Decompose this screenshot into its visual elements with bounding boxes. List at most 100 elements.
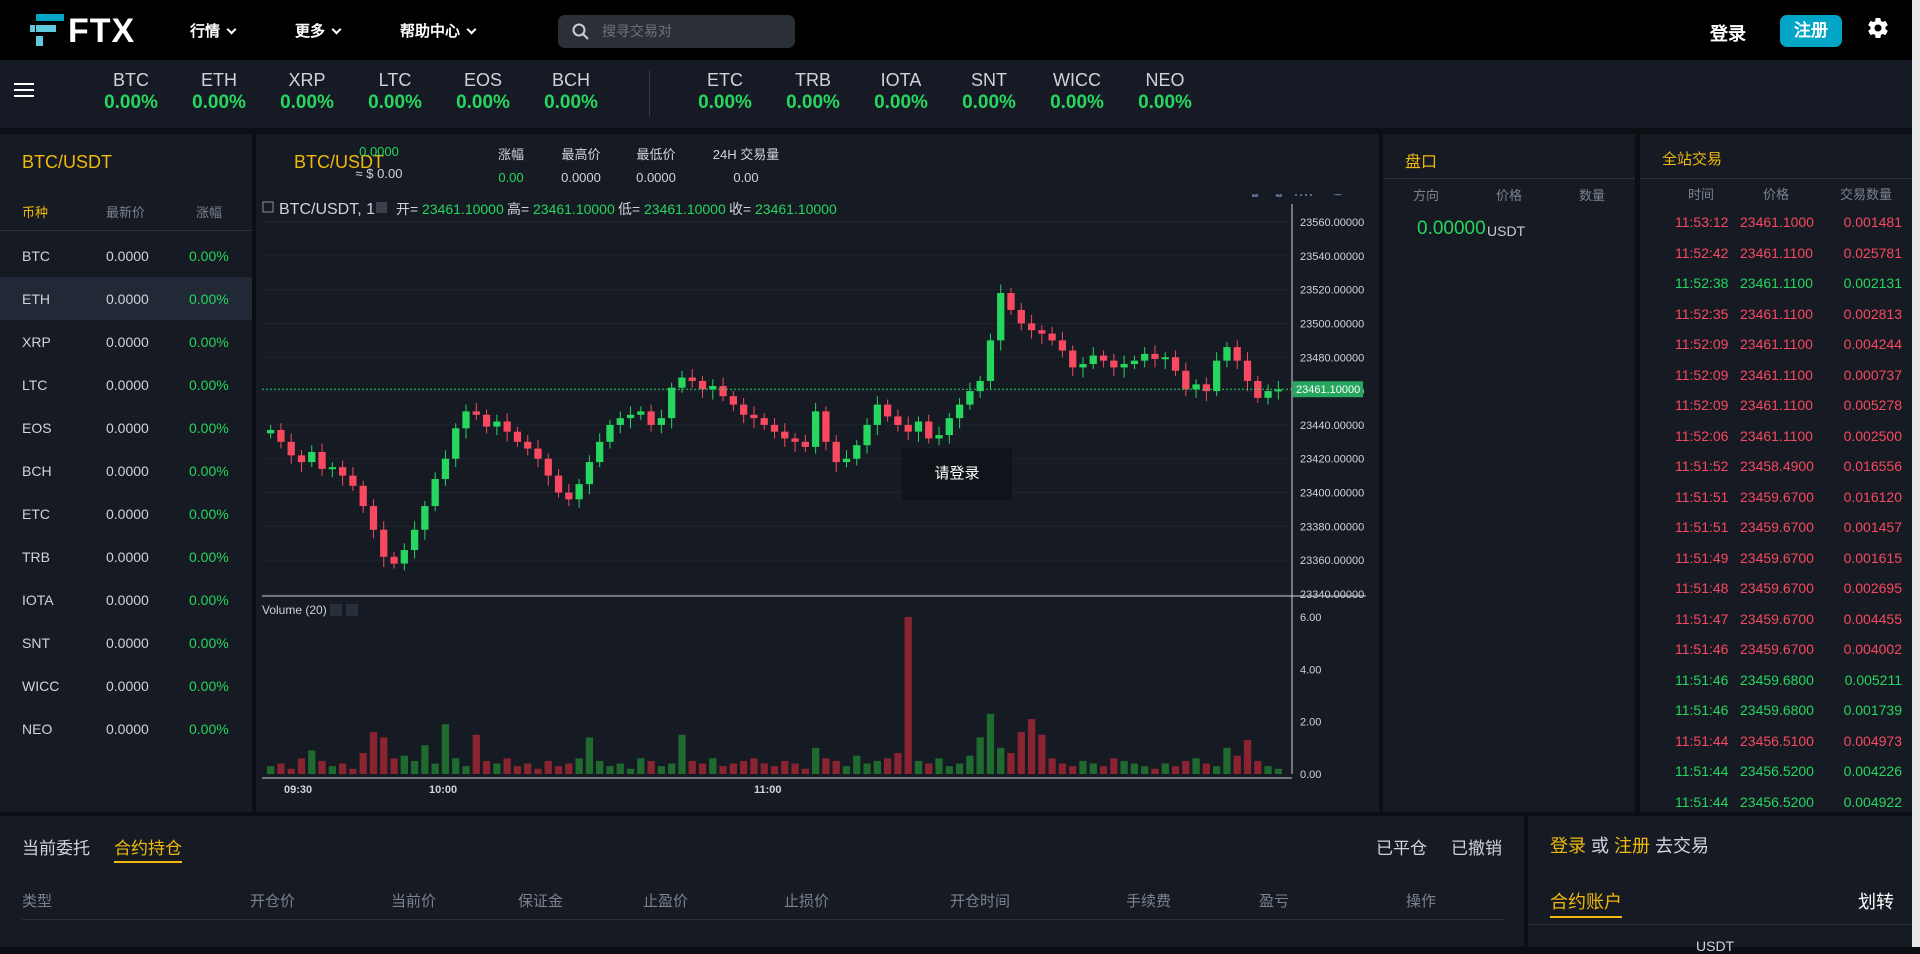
account-register-link[interactable]: 注册 xyxy=(1614,836,1650,856)
trade-price: 23461.1100 xyxy=(1740,275,1813,291)
candle-body xyxy=(750,414,758,419)
volume-bar xyxy=(626,768,635,774)
market-coin: ETH xyxy=(22,291,50,307)
tab-contract-positions[interactable]: 合约持仓 xyxy=(114,834,182,863)
indicator-icon xyxy=(1295,194,1312,196)
market-row-iota[interactable]: IOTA 0.0000 0.00% xyxy=(0,578,252,621)
volume-bar xyxy=(1171,766,1180,774)
market-row-neo[interactable]: NEO 0.0000 0.00% xyxy=(0,707,252,750)
market-row-wicc[interactable]: WICC 0.0000 0.00% xyxy=(0,664,252,707)
gear-icon[interactable] xyxy=(1866,16,1890,40)
trade-time: 11:51:52 xyxy=(1675,458,1729,474)
candle-body xyxy=(1182,370,1190,390)
ticker-trb[interactable]: TRB 0.00% xyxy=(773,70,853,114)
register-button[interactable]: 注册 xyxy=(1780,15,1842,47)
market-price: 0.0000 xyxy=(106,721,149,737)
candle-body xyxy=(369,506,378,530)
stat-last: 0.0000 ≈ $ 0.00 xyxy=(334,144,424,181)
hamburger-menu-icon[interactable] xyxy=(14,83,34,99)
candle-body xyxy=(791,438,799,442)
market-change: 0.00% xyxy=(189,635,229,651)
volume-bar xyxy=(976,737,984,774)
nav-market[interactable]: 行情 xyxy=(190,20,237,41)
volume-bar xyxy=(616,763,624,774)
market-row-xrp[interactable]: XRP 0.0000 0.00% xyxy=(0,320,252,363)
ftx-logo[interactable]: FTX xyxy=(30,12,150,50)
trade-price: 23459.6700 xyxy=(1740,580,1814,596)
candlestick-chart[interactable]: 23560.00000 23540.00000 23520.00000 23500.0… xyxy=(256,194,1379,812)
market-price: 0.0000 xyxy=(106,377,149,393)
volume-bar xyxy=(760,763,768,774)
header-coin[interactable]: 币种 xyxy=(22,202,48,221)
volume-bar xyxy=(554,766,563,774)
account-login-link[interactable]: 登录 xyxy=(1550,836,1586,856)
candle-body xyxy=(740,404,748,415)
volume-bar xyxy=(1274,768,1282,774)
trade-row: 11:52:09 23461.1100 0.005278 xyxy=(1640,397,1912,427)
search-input[interactable] xyxy=(602,21,782,41)
ticker-eos[interactable]: EOS 0.00% xyxy=(443,70,523,114)
ticker-bch[interactable]: BCH 0.00% xyxy=(531,70,611,114)
account-panel: 登录 或 注册 去交易 合约账户 划转 USDT xyxy=(1528,816,1912,954)
ticker-neo[interactable]: NEO 0.00% xyxy=(1125,70,1205,114)
ticker-iota[interactable]: IOTA 0.00% xyxy=(861,70,941,114)
trade-row: 11:51:52 23458.4900 0.016556 xyxy=(1640,458,1912,488)
search-box[interactable] xyxy=(558,15,795,48)
login-prompt: 登录 或 注册 去交易 xyxy=(1550,832,1709,858)
closed-positions-link[interactable]: 已平仓 xyxy=(1376,834,1427,859)
nav-help[interactable]: 帮助中心 xyxy=(400,20,477,41)
transfer-button[interactable]: 划转 xyxy=(1858,888,1894,914)
market-row-ltc[interactable]: LTC 0.0000 0.00% xyxy=(0,363,252,406)
ticker-etc[interactable]: ETC 0.00% xyxy=(685,70,765,114)
market-row-eos[interactable]: EOS 0.0000 0.00% xyxy=(0,406,252,449)
candle-body xyxy=(853,445,861,459)
trade-price: 23459.6700 xyxy=(1740,488,1814,505)
header-change[interactable]: 涨幅 xyxy=(196,202,222,221)
trade-time: 11:51:44 xyxy=(1675,763,1729,779)
candle-body xyxy=(719,386,727,397)
trade-qty: 0.004244 xyxy=(1843,336,1902,352)
price-tick-label: 23520.00000 xyxy=(1300,285,1364,297)
tab-current-orders[interactable]: 当前委托 xyxy=(22,834,90,859)
volume-bar xyxy=(338,763,347,774)
market-row-snt[interactable]: SNT 0.0000 0.00% xyxy=(0,621,252,664)
volume-bar xyxy=(1058,763,1067,774)
candle-body xyxy=(524,441,532,449)
ticker-ltc[interactable]: LTC 0.00% xyxy=(355,70,435,114)
header-last-price[interactable]: 最新价 xyxy=(106,202,145,221)
volume-bar xyxy=(1233,755,1241,774)
stat-change-value: 0.00 xyxy=(498,170,524,185)
page-scrollbar[interactable] xyxy=(1912,0,1920,947)
candle-body xyxy=(1110,360,1118,368)
volume-settings-icon xyxy=(330,604,342,616)
trades-panel: 全站交易 时间 价格 交易数量 11:53:12 23461.1000 0.0014… xyxy=(1640,134,1912,812)
market-row-etc[interactable]: ETC 0.0000 0.00% xyxy=(0,492,252,535)
login-tooltip[interactable]: 请登录 xyxy=(902,448,1012,500)
stat-change: 涨幅 0.00 xyxy=(481,144,541,185)
trade-time: 11:52:09 xyxy=(1675,366,1729,383)
market-row-bch[interactable]: BCH 0.0000 0.00% xyxy=(0,449,252,492)
trade-qty: 0.025781 xyxy=(1843,244,1902,261)
market-row-btc[interactable]: BTC 0.0000 0.00% xyxy=(0,234,252,277)
candle-body xyxy=(801,441,809,447)
tab-contract-account[interactable]: 合约账户 xyxy=(1550,888,1622,918)
candle-body xyxy=(472,411,480,415)
trade-time: 11:52:09 xyxy=(1675,336,1729,352)
ticker-xrp[interactable]: XRP 0.00% xyxy=(267,70,347,114)
volume-bar xyxy=(524,763,532,774)
market-row-trb[interactable]: TRB 0.0000 0.00% xyxy=(0,535,252,578)
cancelled-orders-link[interactable]: 已撤销 xyxy=(1451,834,1502,859)
volume-bar xyxy=(1038,734,1046,774)
trade-row: 11:53:12 23461.1000 0.001481 xyxy=(1640,214,1912,244)
ticker-snt[interactable]: SNT 0.00% xyxy=(949,70,1029,114)
ticker-btc[interactable]: BTC 0.00% xyxy=(91,70,171,114)
market-row-eth[interactable]: ETH 0.0000 0.00% xyxy=(0,277,252,320)
login-link[interactable]: 登录 xyxy=(1710,20,1746,46)
nav-more[interactable]: 更多 xyxy=(295,20,342,41)
ticker-change: 0.00% xyxy=(1138,92,1192,113)
ticker-eth[interactable]: ETH 0.00% xyxy=(179,70,259,114)
candle-body xyxy=(452,428,460,459)
candle-body xyxy=(1130,360,1139,365)
ticker-wicc[interactable]: WICC 0.00% xyxy=(1037,70,1117,114)
price-tick-label: 23540.00000 xyxy=(1300,251,1364,263)
